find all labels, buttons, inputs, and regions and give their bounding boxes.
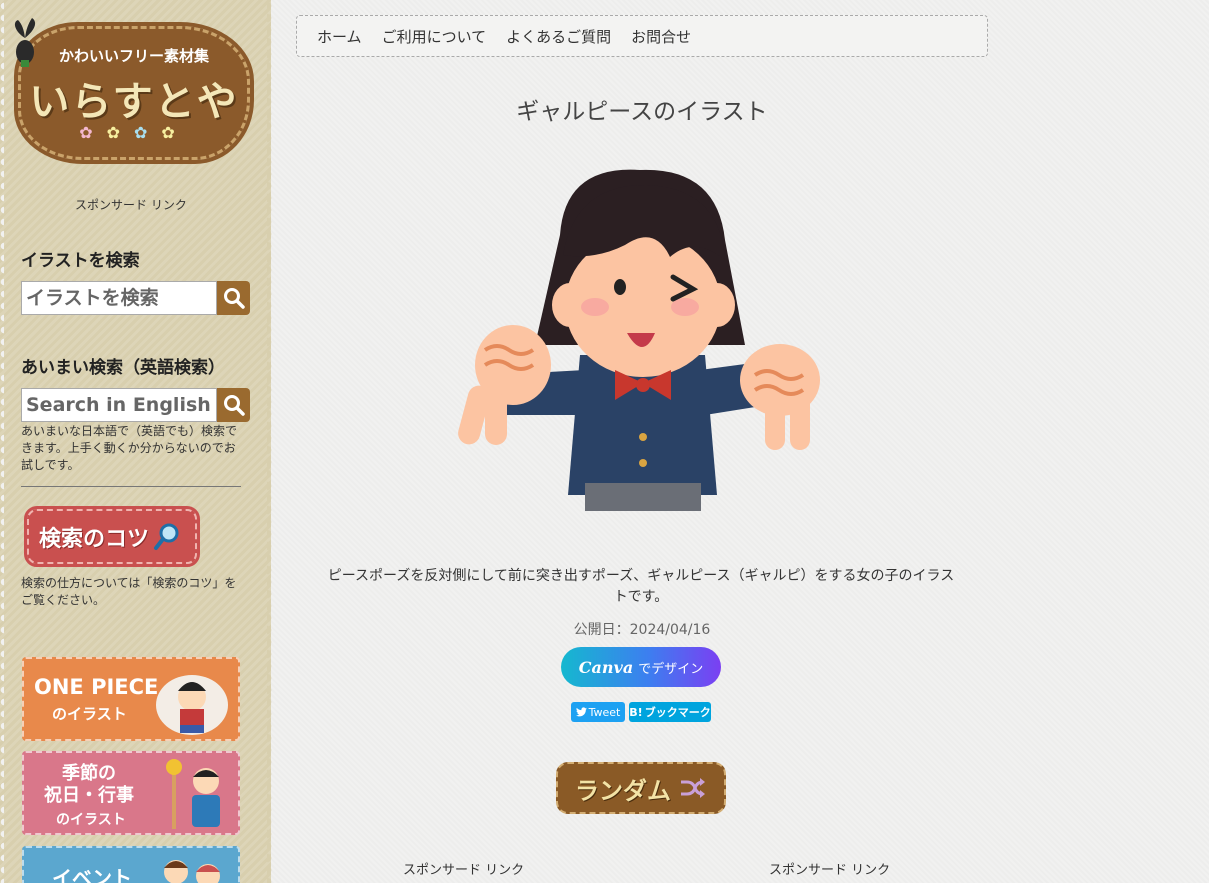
- fuzzy-search-form: [21, 388, 250, 422]
- hatena-bookmark-button[interactable]: B! ブックマーク: [629, 702, 711, 722]
- twitter-bird-icon: [575, 707, 587, 717]
- tweet-button[interactable]: Tweet: [571, 702, 625, 722]
- banner-onepiece-title: ONE PIECE: [34, 675, 159, 699]
- hatena-b-icon: B!: [629, 705, 643, 719]
- magnifier-icon: [154, 523, 179, 550]
- sprout-mascot-icon: [14, 18, 36, 67]
- random-illustration-button[interactable]: ランダム: [556, 762, 726, 814]
- top-navigation: ホーム ご利用について よくあるご質問 お問合せ: [296, 15, 988, 57]
- shuffle-icon: [681, 778, 705, 798]
- fuzzy-search-heading: あいまい検索（英語検索）: [21, 358, 225, 378]
- search-tips-label: 検索のコツ: [39, 526, 150, 552]
- fuzzy-search-input[interactable]: [21, 388, 217, 422]
- banner-event-title: イベント: [52, 866, 132, 883]
- sidebar: かわいいフリー素材集 いらすとや ✿✿✿✿ スポンサード リンク イラストを検索…: [0, 0, 275, 883]
- nav-contact[interactable]: お問合せ: [631, 26, 691, 47]
- banner-seasonal-events[interactable]: 季節の 祝日・行事 のイラスト: [22, 751, 240, 835]
- sponsor-link-right: スポンサード リンク: [769, 863, 891, 878]
- banner-onepiece-subtitle: のイラスト: [52, 705, 127, 723]
- post-date: 公開日：2024/04/16: [573, 622, 711, 638]
- post-title: ギャルピースのイラスト: [516, 99, 768, 125]
- search-icon: [223, 395, 245, 416]
- nav-home[interactable]: ホーム: [317, 26, 362, 47]
- search-heading: イラストを検索: [21, 251, 140, 271]
- seasonal-character-icon: [166, 759, 220, 829]
- banner-season-title: 季節の 祝日・行事: [44, 763, 134, 806]
- luffy-character-icon: [156, 675, 228, 735]
- tweet-label: Tweet: [588, 705, 621, 719]
- nav-faq[interactable]: よくあるご質問: [506, 26, 611, 47]
- banner-season-subtitle: のイラスト: [56, 812, 126, 828]
- sidebar-divider: [21, 486, 241, 487]
- event-character-icon: [164, 860, 220, 883]
- nav-usage[interactable]: ご利用について: [382, 26, 487, 47]
- banner-events[interactable]: イベント: [22, 846, 240, 883]
- search-tips-note: 検索の仕方については「検索のコツ」をご覧ください。: [21, 576, 237, 607]
- random-label: ランダム: [575, 776, 671, 805]
- logo-flowers: ✿✿✿✿: [79, 123, 189, 142]
- post-description: ピースポーズを反対側にして前に突き出すポーズ、ギャルピース（ギャルピ）をする女の…: [327, 568, 955, 605]
- canva-logo: Canva: [578, 657, 634, 677]
- site-logo[interactable]: かわいいフリー素材集 いらすとや ✿✿✿✿: [14, 22, 254, 164]
- logo-name: いらすとや: [29, 79, 239, 125]
- logo-tagline: かわいいフリー素材集: [58, 47, 209, 65]
- canva-design-button[interactable]: Canva でデザイン: [561, 647, 721, 687]
- search-icon: [223, 288, 245, 309]
- fuzzy-search-button[interactable]: [217, 388, 250, 422]
- search-input[interactable]: [21, 281, 217, 315]
- banner-onepiece[interactable]: ONE PIECE のイラスト: [22, 657, 240, 741]
- sponsor-link-left: スポンサード リンク: [403, 863, 525, 878]
- gal-peace-illustration[interactable]: [455, 165, 825, 515]
- sponsor-link-label: スポンサード リンク: [75, 198, 187, 212]
- hatena-label: ブックマーク: [644, 706, 711, 719]
- fuzzy-search-note: あいまいな日本語で（英語でも）検索できます。上手く動くか分からないのでお試しです…: [21, 424, 238, 472]
- search-tips-button[interactable]: 検索のコツ: [24, 506, 200, 567]
- search-button[interactable]: [217, 281, 250, 315]
- canva-button-label: でデザイン: [638, 661, 704, 677]
- search-form: [21, 281, 250, 315]
